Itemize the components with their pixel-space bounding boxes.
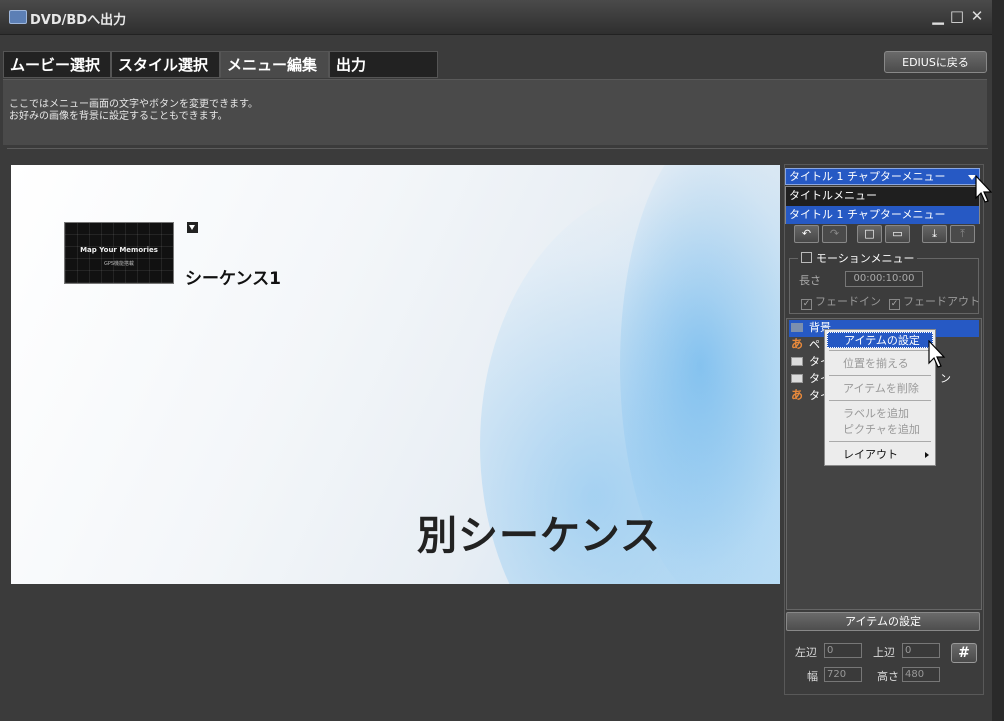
length-label: 長さ — [799, 274, 821, 287]
title-bar: DVD/BDへ出力 ▁ □ ✕ — [0, 0, 1004, 35]
context-add-picture[interactable]: ピクチャを追加 — [827, 422, 933, 438]
motion-menu-toggle[interactable]: モーションメニュー — [798, 250, 918, 266]
export-button[interactable]: ⤒ — [950, 225, 975, 243]
menu-separator — [829, 441, 931, 442]
back-to-edius-button[interactable]: EDIUSに戻る — [884, 51, 987, 73]
context-menu: アイテムの設定 位置を揃える アイテムを削除 ラベルを追加 ピクチャを追加 レイ… — [824, 329, 936, 466]
app-icon — [9, 10, 27, 24]
folder-icon — [791, 323, 803, 332]
height-field[interactable]: 480 — [902, 667, 940, 682]
instruction-line: お好みの画像を背景に設定することもできます。 — [9, 111, 228, 122]
context-layout-label: レイアウト — [843, 448, 898, 461]
tab-output[interactable]: 出力 — [329, 51, 438, 78]
item-settings-button[interactable]: アイテムの設定 — [786, 612, 980, 631]
left-label: 左辺 — [795, 646, 817, 659]
button-marker-icon[interactable] — [187, 222, 198, 233]
menu-select-options: タイトルメニュー タイトル 1 チャプターメニュー — [785, 186, 980, 224]
thumbnail-button[interactable]: Map Your Memories GPS機能搭載 — [64, 222, 174, 284]
left-field[interactable]: 0 — [824, 643, 862, 658]
picture-icon — [791, 374, 803, 383]
minimize-button[interactable]: ▁ — [929, 7, 947, 25]
sequence-label[interactable]: シーケンス1 — [185, 264, 281, 289]
background-window-edge — [992, 0, 1004, 721]
instruction-panel: ここではメニュー画面の文字やボタンを変更できます。 お好みの画像を背景に設定する… — [3, 79, 987, 145]
picture-icon — [791, 357, 803, 366]
context-layout[interactable]: レイアウト — [827, 447, 933, 463]
checkbox-checked-icon: ✓ — [801, 299, 812, 310]
fade-out-toggle[interactable]: ✓ フェードアウト — [889, 293, 980, 310]
maximize-button[interactable]: □ — [948, 7, 966, 25]
context-add-label[interactable]: ラベルを追加 — [827, 406, 933, 422]
tree-item-trailing-glyph: ン — [940, 372, 951, 385]
text-icon: あ — [791, 337, 804, 351]
tab-movie-select[interactable]: ムービー選択 — [3, 51, 111, 78]
width-label: 幅 — [807, 670, 818, 683]
menu-separator — [829, 400, 931, 401]
menu-separator — [829, 350, 931, 351]
context-align[interactable]: 位置を揃える — [827, 356, 933, 372]
fade-in-label: フェードイン — [815, 295, 881, 308]
top-label: 上辺 — [873, 646, 895, 659]
submenu-arrow-icon — [925, 452, 929, 458]
tab-style-select[interactable]: スタイル選択 — [111, 51, 220, 78]
thumbnail-subtitle: GPS機能搭載 — [103, 261, 135, 267]
grid-snap-button[interactable]: # — [951, 643, 977, 663]
divider — [7, 148, 988, 149]
import-button[interactable]: ⤓ — [922, 225, 947, 243]
fade-out-label: フェードアウト — [903, 295, 980, 308]
top-field[interactable]: 0 — [902, 643, 940, 658]
fade-in-toggle[interactable]: ✓ フェードイン — [801, 293, 881, 310]
monitor-button[interactable]: ▭ — [885, 225, 910, 243]
menu-separator — [829, 375, 931, 376]
close-button[interactable]: ✕ — [968, 7, 986, 25]
tree-item-label: ペ — [809, 338, 820, 351]
context-item-settings[interactable]: アイテムの設定 — [827, 332, 933, 348]
menu-preview-canvas[interactable]: Map Your Memories GPS機能搭載 シーケンス1 別シーケンス — [11, 165, 780, 584]
checkbox-checked-icon: ✓ — [889, 299, 900, 310]
height-label: 高さ — [877, 670, 899, 683]
text-icon: あ — [791, 388, 804, 402]
menu-option-chapter[interactable]: タイトル 1 チャプターメニュー — [786, 206, 979, 224]
checkbox-icon[interactable] — [801, 252, 812, 263]
safe-area-button[interactable]: □ — [857, 225, 882, 243]
menu-option-title[interactable]: タイトルメニュー — [786, 187, 979, 205]
motion-menu-label: モーションメニュー — [816, 252, 915, 265]
undo-button[interactable]: ↶ — [794, 225, 819, 243]
thumbnail-title: Map Your Memories — [80, 246, 158, 254]
tab-menu-edit[interactable]: メニュー編集 — [220, 51, 329, 78]
menu-select-value: タイトル 1 チャプターメニュー — [789, 170, 946, 183]
context-delete[interactable]: アイテムを削除 — [827, 381, 933, 397]
alt-sequence-label[interactable]: 別シーケンス — [417, 503, 661, 561]
window-title: DVD/BDへ出力 — [30, 13, 127, 28]
width-field[interactable]: 720 — [824, 667, 862, 682]
redo-button[interactable]: ↷ — [822, 225, 847, 243]
menu-select-dropdown[interactable]: タイトル 1 チャプターメニュー — [785, 168, 980, 185]
length-field[interactable]: 00:00:10:00 — [845, 271, 923, 287]
